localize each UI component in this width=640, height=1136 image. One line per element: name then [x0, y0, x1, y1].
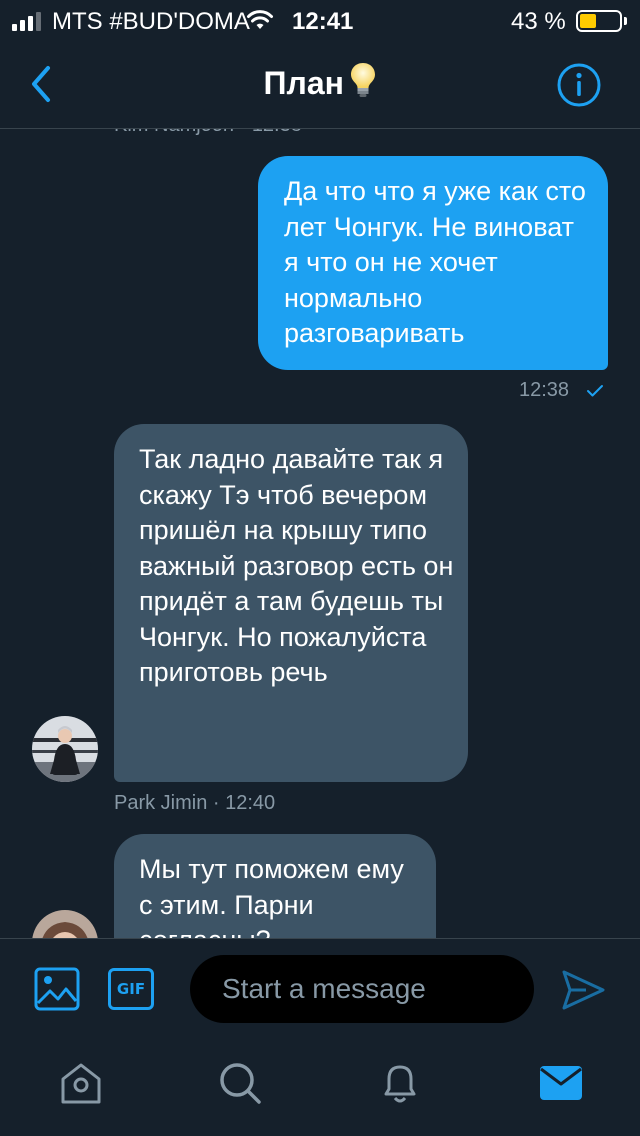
image-icon — [34, 967, 80, 1011]
tab-messages[interactable] — [538, 1060, 584, 1106]
status-bar: MTS #BUD'DOMA 12:41 43 % — [0, 0, 640, 42]
message-list[interactable]: Kim Namjoon · 12:38 Да что что я уже как… — [0, 128, 640, 938]
incoming-message[interactable]: Мы тут поможем ему с этим. Парни согласн… — [114, 834, 436, 938]
message-meta: Park Jimin · 12:40 — [114, 792, 276, 814]
carrier-name: MTS #BUD'DOMA — [52, 8, 250, 35]
search-icon — [220, 1063, 261, 1104]
tab-home[interactable] — [58, 1060, 104, 1106]
send-button[interactable] — [560, 967, 606, 1013]
bell-icon — [384, 1065, 416, 1103]
message-composer: GIF — [0, 938, 640, 1041]
media-button[interactable] — [34, 967, 80, 1011]
wifi-icon — [247, 10, 273, 29]
send-icon — [562, 970, 605, 1010]
message-time: 12:38 — [519, 379, 570, 401]
signal-strength-icon — [12, 12, 41, 31]
battery-icon — [576, 10, 622, 32]
page-title: План — [263, 65, 344, 101]
home-icon — [61, 1063, 101, 1104]
message-input[interactable] — [190, 955, 534, 1023]
read-check-icon — [587, 385, 603, 397]
lightbulb-icon — [351, 63, 376, 97]
battery-percent: 43 % — [511, 8, 566, 35]
avatar[interactable] — [32, 716, 98, 782]
tab-notifications[interactable] — [377, 1060, 423, 1106]
info-button[interactable] — [556, 62, 602, 108]
mail-icon — [540, 1066, 582, 1100]
avatar[interactable] — [32, 910, 98, 938]
conversation-title[interactable]: План — [0, 62, 640, 102]
message-meta: Kim Namjoon · 12:38 — [114, 128, 302, 137]
tab-bar — [0, 1040, 640, 1136]
battery-nub — [624, 17, 627, 25]
conversation-header: План — [0, 42, 640, 129]
tab-search[interactable] — [217, 1060, 263, 1106]
gif-button[interactable]: GIF — [108, 968, 154, 1010]
incoming-message[interactable]: Так ладно давайте так я скажу Тэ чтоб ве… — [114, 424, 468, 782]
status-time: 12:41 — [292, 8, 354, 35]
outgoing-message[interactable]: Да что что я уже как сто лет Чонгук. Не … — [258, 156, 608, 370]
info-icon — [557, 63, 601, 107]
